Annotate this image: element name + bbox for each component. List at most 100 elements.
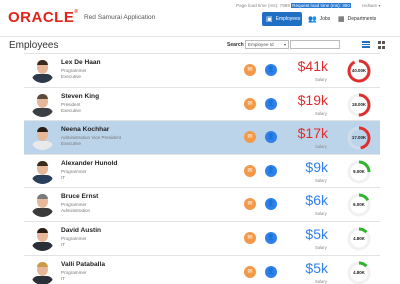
salary-gauge: 18.00K bbox=[346, 92, 372, 118]
email-icon[interactable]: ✉ bbox=[244, 64, 256, 76]
employee-job: Programmer bbox=[61, 202, 87, 208]
profile-icon[interactable]: 👤 bbox=[265, 131, 277, 144]
nav-jobs-label: Jobs bbox=[319, 16, 331, 22]
avatar bbox=[30, 192, 55, 218]
employee-job: Programmer bbox=[61, 68, 87, 73]
email-icon[interactable]: ✉ bbox=[244, 131, 256, 144]
profile-icon[interactable]: 👤 bbox=[265, 198, 277, 211]
oracle-logo: ORACLE® bbox=[8, 9, 79, 26]
salary-gauge: 6.00K bbox=[346, 192, 372, 218]
employee-row[interactable]: Bruce Ernst Programmer Administration ✉ … bbox=[24, 187, 380, 221]
salary-value: $19k bbox=[297, 91, 328, 108]
request-load-time: Request load time (ms): 350 bbox=[291, 3, 351, 8]
employee-row[interactable]: Alexander Hunold Programmer IT ✉ 👤 $9k S… bbox=[24, 153, 380, 188]
employee-job: Programmer bbox=[61, 168, 87, 174]
employee-row[interactable]: Valli Pataballa Programmer IT ✉ 👤 $5k Sa… bbox=[24, 254, 380, 284]
page-load-time: Page load time (ms): 7989 bbox=[236, 3, 290, 8]
salary-gauge: 4.80K bbox=[346, 226, 372, 252]
salary-value: $5k bbox=[305, 259, 328, 276]
avatar bbox=[30, 226, 55, 251]
profile-icon[interactable]: 👤 bbox=[265, 64, 277, 76]
list-view-icon[interactable] bbox=[362, 41, 370, 49]
avatar bbox=[30, 125, 55, 151]
employee-job: President bbox=[61, 101, 81, 107]
building-icon: ▦ bbox=[338, 15, 345, 23]
search-label: Search bbox=[227, 42, 244, 48]
salary-gauge: 17.00K bbox=[346, 125, 372, 151]
employee-job: Administration Vice President bbox=[61, 135, 121, 141]
employee-job: Programmer bbox=[61, 235, 87, 241]
employee-name[interactable]: Valli Pataballa bbox=[61, 261, 105, 268]
salary-label: Salary bbox=[315, 244, 327, 250]
salary-label: Salary bbox=[315, 110, 327, 116]
employee-name[interactable]: Bruce Ernst bbox=[61, 193, 98, 200]
email-icon[interactable]: ✉ bbox=[244, 97, 256, 110]
employee-job: Programmer bbox=[61, 269, 87, 275]
nav-employees-button[interactable]: ▣ Employees bbox=[262, 12, 302, 26]
employee-name[interactable]: David Austin bbox=[61, 227, 101, 234]
load-time-info: Page load time (ms): 7989 Request load t… bbox=[236, 3, 351, 8]
employee-row[interactable]: David Austin Programmer IT ✉ 👤 $5k Salar… bbox=[24, 220, 380, 255]
employee-department: IT bbox=[61, 241, 66, 247]
gauge-label: 9.00K bbox=[353, 168, 365, 174]
employee-list: Lex De Haan Programmer Executive ✉ 👤 $41… bbox=[24, 53, 380, 284]
employee-department: Executive bbox=[61, 74, 81, 79]
salary-label: Salary bbox=[315, 211, 327, 217]
salary-gauge: 40.00K bbox=[346, 58, 372, 84]
nav-departments-label: Departments bbox=[347, 16, 377, 22]
salary-value: $5k bbox=[305, 225, 328, 242]
employee-department: Executive bbox=[61, 107, 81, 113]
employee-department: Administration bbox=[61, 208, 91, 214]
people-icon: 👥 bbox=[308, 15, 317, 23]
user-menu[interactable]: redsam bbox=[362, 3, 380, 8]
employee-department: IT bbox=[61, 275, 66, 281]
salary-label: Salary bbox=[315, 278, 327, 284]
employee-row[interactable]: Neena Kochhar Administration Vice Presid… bbox=[24, 120, 380, 154]
salary-value: $9k bbox=[305, 158, 328, 175]
gauge-label: 4.80K bbox=[353, 235, 365, 241]
nav-jobs-button[interactable]: 👥 Jobs bbox=[304, 12, 332, 26]
salary-gauge: 9.00K bbox=[346, 159, 372, 185]
email-icon[interactable]: ✉ bbox=[244, 198, 256, 211]
employee-row[interactable]: Steven King President Executive ✉ 👤 $19k… bbox=[24, 86, 380, 121]
employee-row[interactable]: Lex De Haan Programmer Executive ✉ 👤 $41… bbox=[24, 53, 380, 87]
grid-view-icon[interactable] bbox=[378, 41, 386, 49]
email-icon[interactable]: ✉ bbox=[244, 164, 256, 177]
gauge-label: 40.00K bbox=[351, 68, 367, 73]
salary-value: $6k bbox=[305, 192, 328, 209]
search-field-select[interactable]: Employee Id bbox=[245, 40, 289, 49]
sub-toolbar: Employees Search Employee Id bbox=[0, 36, 400, 52]
profile-icon[interactable]: 👤 bbox=[265, 97, 277, 110]
employee-name[interactable]: Neena Kochhar bbox=[61, 126, 109, 133]
employee-name[interactable]: Alexander Hunold bbox=[61, 160, 117, 167]
email-icon[interactable]: ✉ bbox=[244, 231, 256, 244]
search-input[interactable] bbox=[290, 40, 340, 49]
avatar bbox=[30, 58, 55, 83]
email-icon[interactable]: ✉ bbox=[244, 265, 256, 278]
avatar bbox=[30, 260, 55, 284]
employee-name[interactable]: Lex De Haan bbox=[61, 59, 101, 66]
person-card-icon: ▣ bbox=[266, 15, 273, 23]
salary-label: Salary bbox=[315, 77, 327, 82]
profile-icon[interactable]: 👤 bbox=[265, 231, 277, 244]
gauge-label: 18.00K bbox=[351, 101, 367, 107]
salary-label: Salary bbox=[315, 177, 327, 183]
nav-employees-label: Employees bbox=[275, 16, 301, 22]
employee-department: Executive bbox=[61, 141, 81, 147]
profile-icon[interactable]: 👤 bbox=[265, 164, 277, 177]
gauge-label: 17.00K bbox=[351, 135, 367, 141]
salary-value: $41k bbox=[297, 58, 328, 74]
salary-gauge: 4.80K bbox=[346, 260, 372, 284]
app-title: Red Samurai Application bbox=[84, 14, 156, 21]
avatar bbox=[30, 92, 55, 117]
top-bar: ORACLE® Red Samurai Application Page loa… bbox=[0, 0, 400, 34]
avatar bbox=[30, 159, 55, 184]
gauge-label: 4.80K bbox=[353, 269, 365, 275]
salary-value: $17k bbox=[297, 125, 328, 142]
gauge-label: 6.00K bbox=[353, 202, 365, 208]
nav-departments-button[interactable]: ▦ Departments bbox=[334, 12, 386, 26]
profile-icon[interactable]: 👤 bbox=[265, 265, 277, 278]
page-title: Employees bbox=[9, 40, 59, 51]
salary-label: Salary bbox=[315, 144, 327, 150]
employee-name[interactable]: Steven King bbox=[61, 93, 99, 100]
